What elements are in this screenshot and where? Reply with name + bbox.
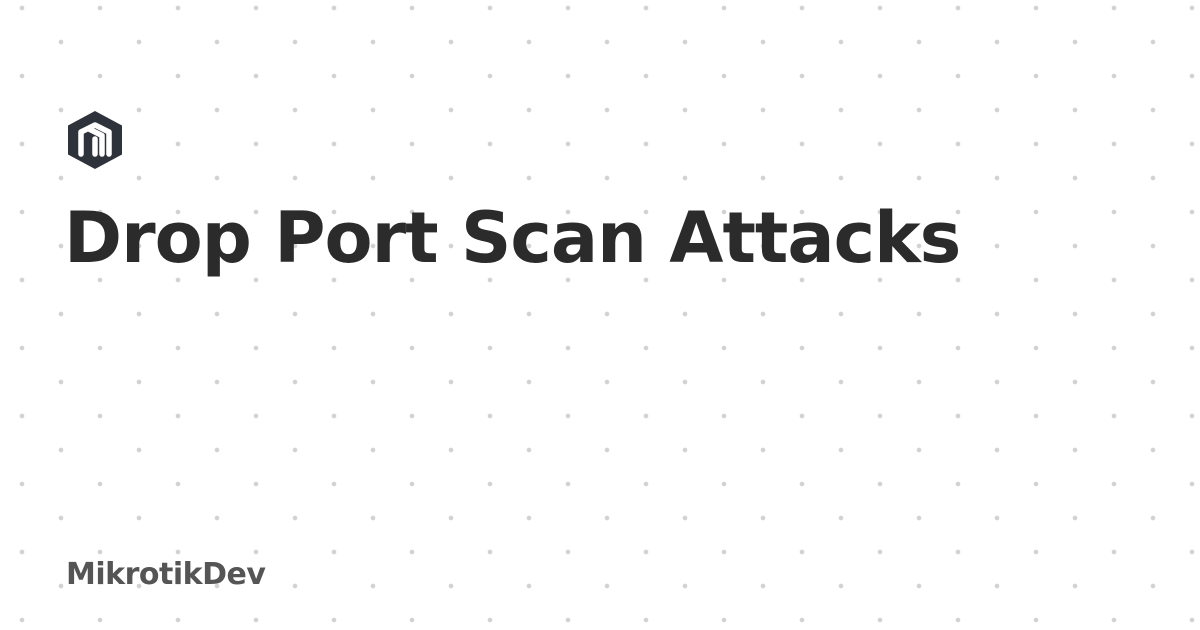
brand-name: MikrotikDev [66, 557, 266, 592]
dot-pattern-background [0, 0, 1200, 630]
page-title: Drop Port Scan Attacks [64, 197, 961, 279]
mikrotik-logo-icon [66, 110, 124, 170]
